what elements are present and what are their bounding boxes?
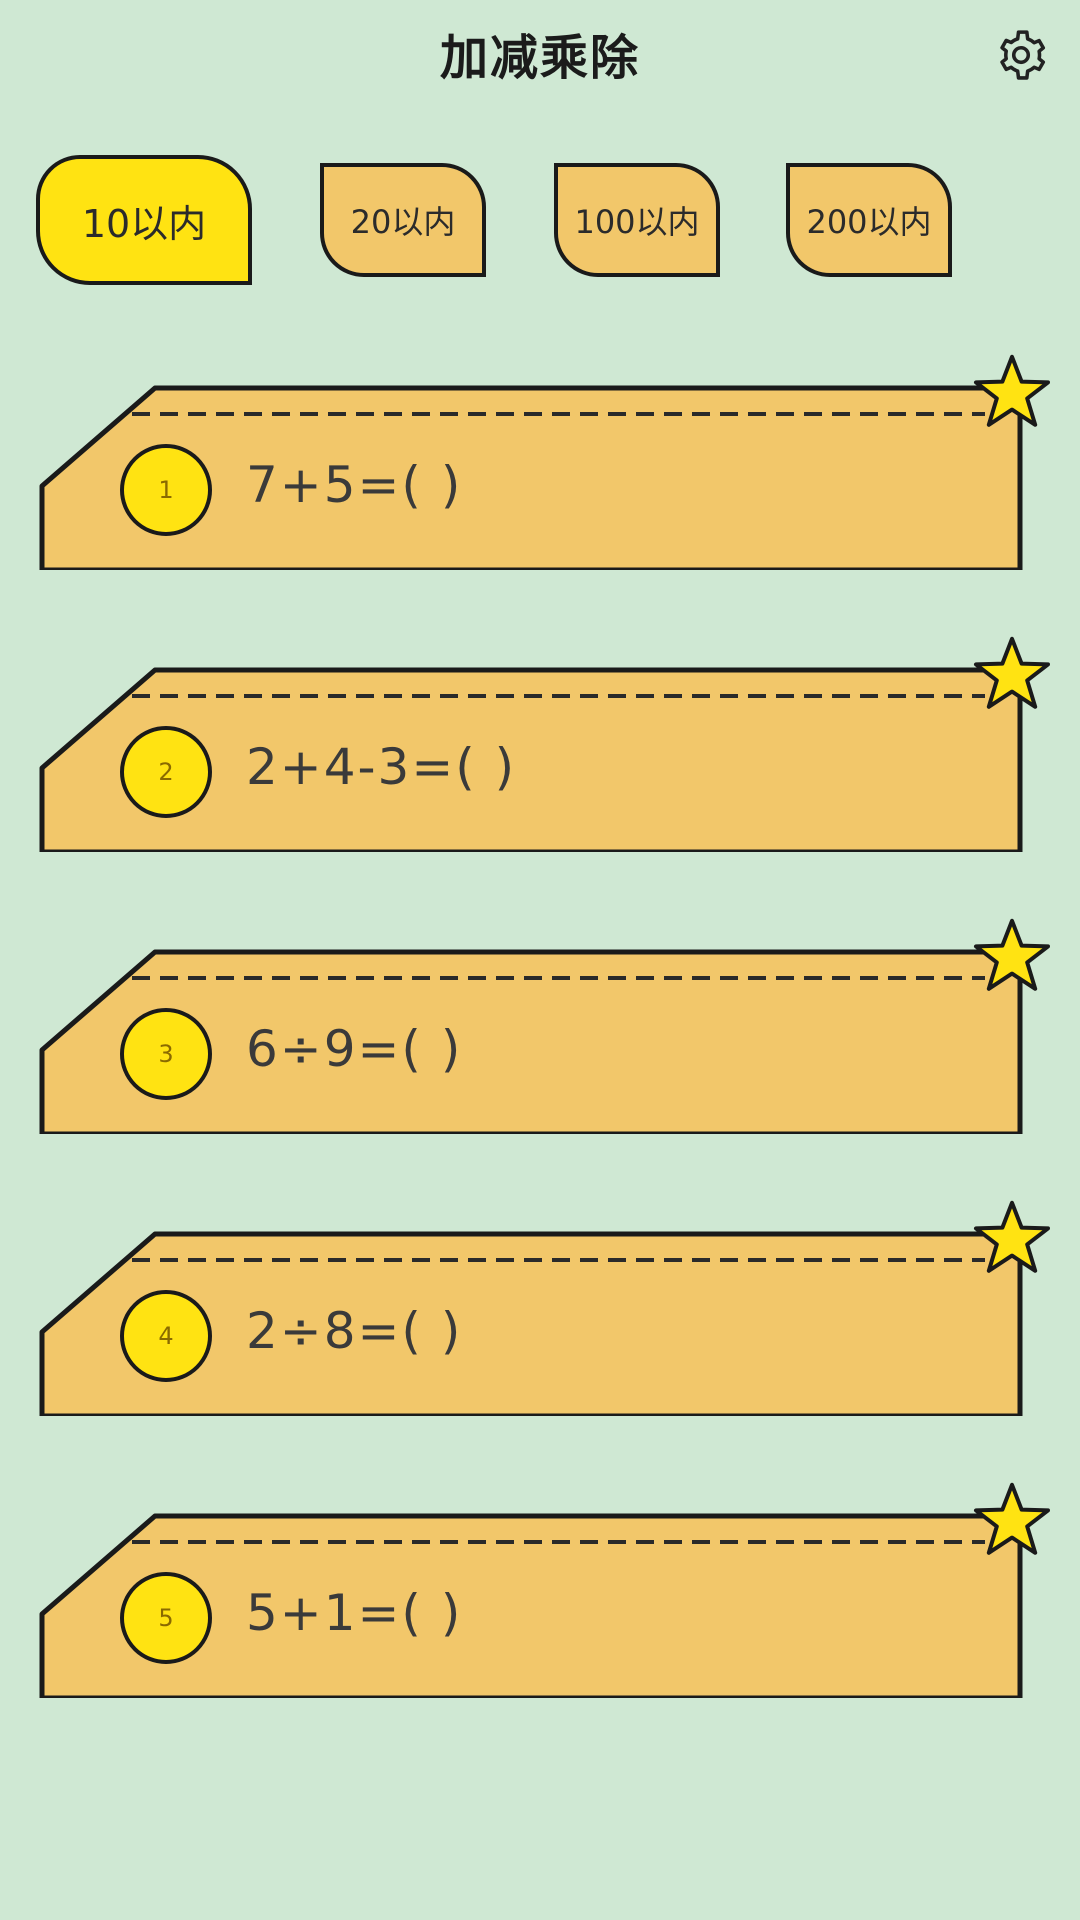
star-icon: [974, 918, 1050, 991]
question-expression: 6÷9=( ): [246, 1020, 463, 1078]
tab-label: 10以内: [81, 201, 207, 246]
star-icon: [974, 1482, 1050, 1555]
tab-100[interactable]: 100以内: [554, 163, 720, 277]
question-expression: 2÷8=( ): [246, 1302, 463, 1360]
question-number-badge: 4: [120, 1290, 212, 1382]
question-expression: 7+5=( ): [246, 456, 463, 514]
question-number-badge: 1: [120, 444, 212, 536]
star-icon: [974, 636, 1050, 709]
question-card-5[interactable]: 5 5+1=( ): [0, 1482, 1080, 1698]
star-icon: [974, 1200, 1050, 1273]
range-tabs: 10以内 20以内 100以内 200以内: [0, 0, 1080, 320]
tab-label: 100以内: [574, 203, 700, 241]
star-icon: [974, 354, 1050, 427]
question-expression: 5+1=( ): [246, 1584, 463, 1642]
question-number-badge: 3: [120, 1008, 212, 1100]
tab-20[interactable]: 20以内: [320, 163, 486, 277]
question-card-4[interactable]: 4 2÷8=( ): [0, 1200, 1080, 1416]
question-card-3[interactable]: 3 6÷9=( ): [0, 918, 1080, 1134]
tab-10[interactable]: 10以内: [36, 155, 252, 285]
question-number-badge: 2: [120, 726, 212, 818]
question-card-1[interactable]: 1 7+5=( ): [0, 354, 1080, 570]
question-card-2[interactable]: 2 2+4-3=( ): [0, 636, 1080, 852]
question-number-badge: 5: [120, 1572, 212, 1664]
tab-label: 20以内: [350, 203, 456, 241]
question-expression: 2+4-3=( ): [246, 738, 517, 796]
tab-200[interactable]: 200以内: [786, 163, 952, 277]
tab-label: 200以内: [806, 203, 932, 241]
app-screen: 加减乘除 10以内 20以内 100以内 200以内 1 7+5=( ) 2 2…: [0, 0, 1080, 1920]
